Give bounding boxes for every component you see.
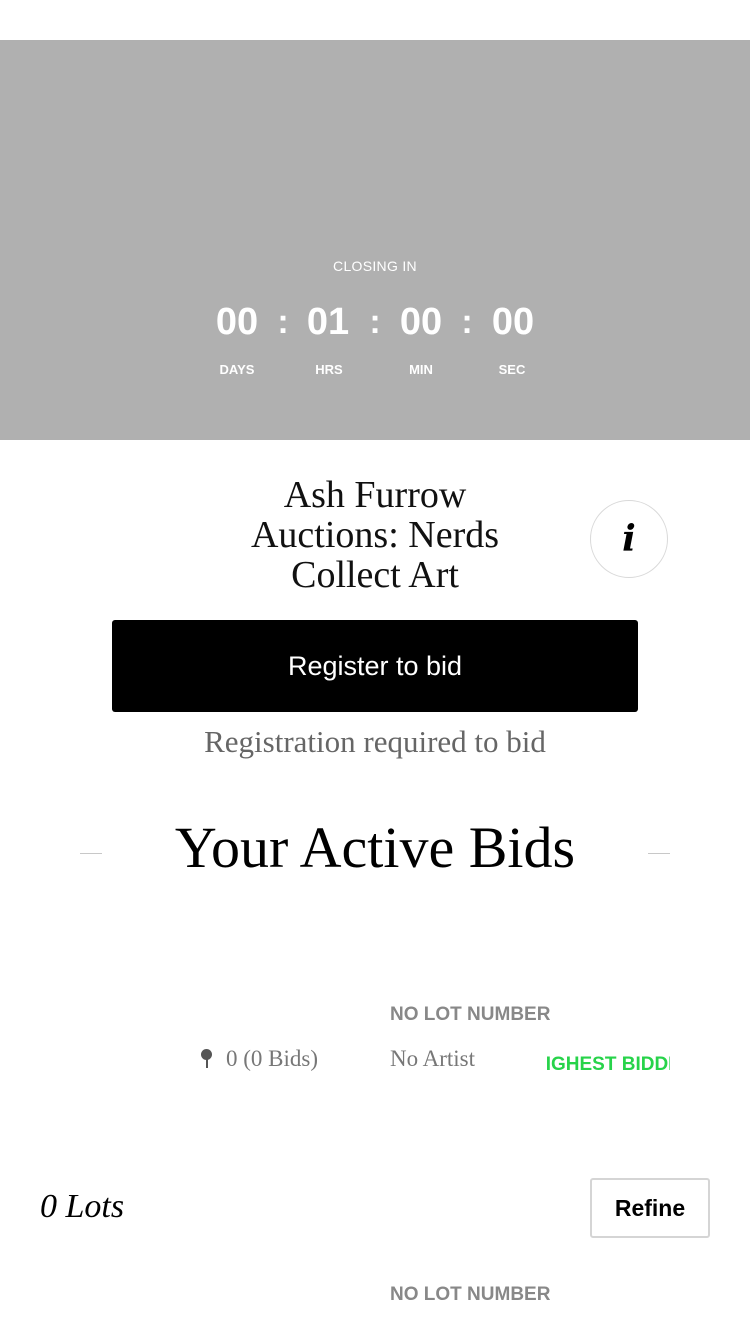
auction-banner: CLOSING IN 00 : 01 : 00 : 00 DAYS HRS MI… <box>0 40 750 440</box>
auction-title: Ash Furrow Auctions: Nerds Collect Art <box>225 475 525 595</box>
registration-note: Registration required to bid <box>204 724 546 759</box>
active-bid-artist: No Artist <box>390 1046 475 1071</box>
refine-button[interactable]: Refine <box>590 1178 710 1238</box>
auction-title-line: Ash Furrow <box>283 474 467 516</box>
info-icon: i <box>622 518 636 560</box>
status-bar <box>0 0 750 40</box>
countdown-hours: 01 <box>306 301 350 343</box>
active-bid-lot-number: NO LOT NUMBER <box>390 1004 551 1025</box>
countdown-hours-label: HRS <box>315 362 343 377</box>
countdown-seconds: 00 <box>491 301 535 343</box>
register-to-bid-button[interactable]: Register to bid <box>112 620 638 712</box>
auction-info-button[interactable]: i <box>590 500 668 578</box>
countdown-minutes: 00 <box>399 301 443 343</box>
bid-status-text: HIGHEST BIDDER <box>546 1054 670 1075</box>
active-bid-summary: 0 (0 Bids) <box>200 1046 318 1072</box>
countdown-days: 00 <box>215 301 259 343</box>
lots-count: 0 Lots <box>40 1188 125 1225</box>
bid-count-text: 0 (0 Bids) <box>226 1046 318 1071</box>
closing-label: CLOSING IN <box>333 258 417 274</box>
lot-list-lot-number: NO LOT NUMBER <box>390 1284 551 1305</box>
countdown-minutes-label: MIN <box>409 362 433 377</box>
countdown-days-label: DAYS <box>219 362 255 377</box>
heading-divider-right <box>648 853 670 854</box>
auction-title-line: Collect Art <box>291 554 459 596</box>
auction-title-line: Auctions: Nerds <box>250 514 500 556</box>
countdown-seconds-label: SEC <box>498 362 526 377</box>
gavel-icon <box>200 1048 214 1070</box>
bid-status-badge: HIGHEST BIDDER <box>546 1054 670 1076</box>
active-bids-heading: Your Active Bids <box>174 815 576 880</box>
